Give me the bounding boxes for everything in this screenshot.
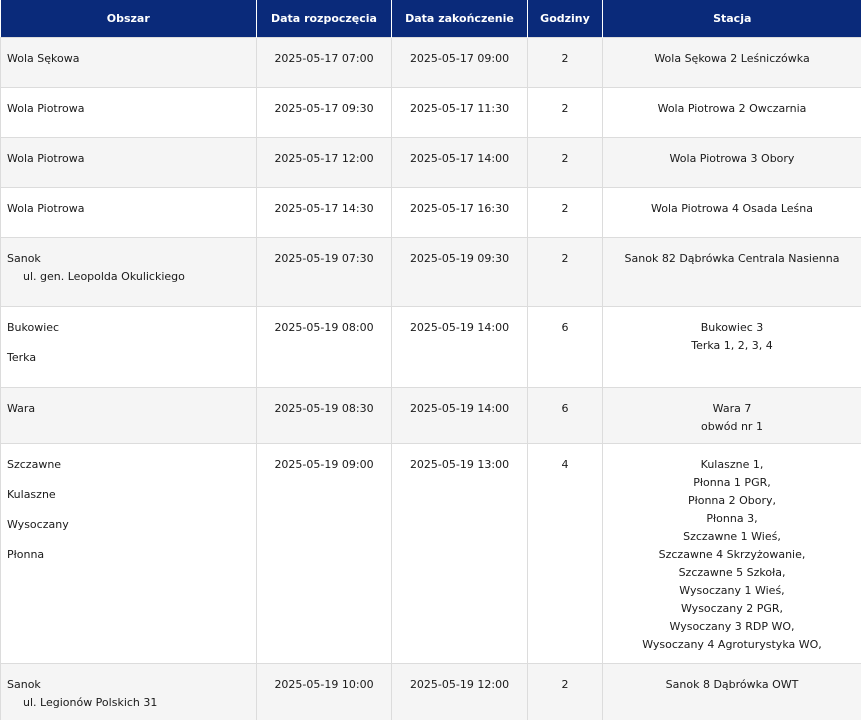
hours-cell: 6 (527, 387, 603, 444)
station-cell: Kulaszne 1, Płonna 1 PGR, Płonna 2 Obory, P… (602, 443, 861, 664)
area-cell: Sanok ul. gen. Leopolda Okulickiego (0, 237, 257, 307)
table-row: Sanok ul. gen. Leopolda Okulickiego 2025-0… (0, 237, 861, 307)
station-name: Wola Piotrowa 2 Owczarnia (657, 102, 807, 115)
end-date-cell: 2025-05-17 14:00 (391, 137, 528, 188)
end-date-cell: 2025-05-19 14:00 (391, 306, 528, 388)
area-name: Wola Sękowa (7, 52, 80, 65)
header-station[interactable]: Stacja (602, 0, 861, 38)
hours-cell: 2 (527, 37, 603, 88)
table-row: Wola Piotrowa 2025-05-17 14:30 2025-05-17 … (0, 187, 861, 238)
end-date-cell: 2025-05-19 09:30 (391, 237, 528, 307)
station-cell: Wola Piotrowa 3 Obory (602, 137, 861, 188)
area-cell: Wara (0, 387, 257, 444)
area-cell: Szczawne Kulaszne Wysoczany Płonna (0, 443, 257, 664)
start-date-cell: 2025-05-19 08:00 (256, 306, 392, 388)
station-name: Wysoczany 1 Wieś, (679, 584, 785, 597)
start-date-cell: 2025-05-17 12:00 (256, 137, 392, 188)
table-row: Wara 2025-05-19 08:30 2025-05-19 14:00 6 War… (0, 387, 861, 444)
header-row: Obszar Data rozpoczęcia Data zakończenie… (0, 0, 861, 38)
area-cell: Sanok ul. Legionów Polskich 31 (0, 663, 257, 720)
header-end-date[interactable]: Data zakończenie (391, 0, 528, 38)
end-date-cell: 2025-05-17 16:30 (391, 187, 528, 238)
start-date-cell: 2025-05-19 10:00 (256, 663, 392, 720)
station-name: Terka 1, 2, 3, 4 (691, 339, 773, 352)
start-date-cell: 2025-05-19 07:30 (256, 237, 392, 307)
area-name: Wola Piotrowa (7, 202, 85, 215)
area-name: Bukowiec (7, 321, 60, 334)
station-name: Wysoczany 3 RDP WO, (669, 620, 795, 633)
station-name: Szczawne 1 Wieś, (683, 530, 781, 543)
end-date-cell: 2025-05-19 12:00 (391, 663, 528, 720)
station-cell: Bukowiec 3 Terka 1, 2, 3, 4 (602, 306, 861, 388)
header-start-date[interactable]: Data rozpoczęcia (256, 0, 392, 38)
end-date-cell: 2025-05-19 14:00 (391, 387, 528, 444)
area-name: Sanok (7, 252, 41, 265)
area-cell: Wola Piotrowa (0, 137, 257, 188)
area-name: Wola Piotrowa (7, 102, 85, 115)
header-area[interactable]: Obszar (0, 0, 257, 38)
area-name: Terka (7, 351, 37, 364)
hours-cell: 2 (527, 137, 603, 188)
station-name: Sanok 8 Dąbrówka OWT (665, 678, 799, 691)
area-name: Wola Piotrowa (7, 152, 85, 165)
station-name: Szczawne 4 Skrzyżowanie, (658, 548, 806, 561)
station-cell: Wara 7 obwód nr 1 (602, 387, 861, 444)
hours-cell: 2 (527, 663, 603, 720)
hours-cell: 6 (527, 306, 603, 388)
area-name: Szczawne (7, 458, 62, 471)
start-date-cell: 2025-05-17 09:30 (256, 87, 392, 138)
table-row: Szczawne Kulaszne Wysoczany Płonna 2025-05-1… (0, 443, 861, 664)
station-name: obwód nr 1 (701, 420, 763, 433)
start-date-cell: 2025-05-17 07:00 (256, 37, 392, 88)
table-header: Obszar Data rozpoczęcia Data zakończenie… (0, 0, 861, 38)
end-date-cell: 2025-05-19 13:00 (391, 443, 528, 664)
area-cell: Wola Piotrowa (0, 187, 257, 238)
station-name: Płonna 1 PGR, (693, 476, 771, 489)
station-name: Wola Piotrowa 3 Obory (669, 152, 795, 165)
station-name: Wysoczany 2 PGR, (681, 602, 783, 615)
table-row: Sanok ul. Legionów Polskich 31 2025-05-19 … (0, 663, 861, 720)
hours-cell: 2 (527, 187, 603, 238)
start-date-cell: 2025-05-19 08:30 (256, 387, 392, 444)
area-cell: Wola Piotrowa (0, 87, 257, 138)
station-name: Płonna 3, (706, 512, 758, 525)
hours-cell: 2 (527, 87, 603, 138)
area-name: Sanok (7, 678, 41, 691)
area-name: Kulaszne (7, 488, 56, 501)
station-cell: Sanok 8 Dąbrówka OWT (602, 663, 861, 720)
station-name: Płonna 2 Obory, (687, 494, 777, 507)
station-name: Wola Sękowa 2 Leśniczówka (654, 52, 810, 65)
end-date-cell: 2025-05-17 11:30 (391, 87, 528, 138)
area-name: Płonna (7, 548, 45, 561)
header-hours[interactable]: Godziny (527, 0, 603, 38)
hours-cell: 4 (527, 443, 603, 664)
station-cell: Wola Piotrowa 4 Osada Leśna (602, 187, 861, 238)
station-name: Wola Piotrowa 4 Osada Leśna (651, 202, 813, 215)
station-name: Wysoczany 4 Agroturystyka WO, (642, 638, 822, 651)
area-street: ul. Legionów Polskich 31 (23, 696, 158, 709)
station-cell: Sanok 82 Dąbrówka Centrala Nasienna (602, 237, 861, 307)
start-date-cell: 2025-05-19 09:00 (256, 443, 392, 664)
table-row: Wola Piotrowa 2025-05-17 09:30 2025-05-17 … (0, 87, 861, 138)
station-name: Sanok 82 Dąbrówka Centrala Nasienna (624, 252, 840, 265)
station-name: Szczawne 5 Szkoła, (678, 566, 786, 579)
area-cell: Wola Sękowa (0, 37, 257, 88)
hours-cell: 2 (527, 237, 603, 307)
station-cell: Wola Piotrowa 2 Owczarnia (602, 87, 861, 138)
start-date-cell: 2025-05-17 14:30 (256, 187, 392, 238)
area-cell: Bukowiec Terka (0, 306, 257, 388)
station-name: Kulaszne 1, (700, 458, 764, 471)
outage-table: Obszar Data rozpoczęcia Data zakończenie… (0, 0, 861, 720)
station-name: Bukowiec 3 (700, 321, 764, 334)
table-body: Wola Sękowa 2025-05-17 07:00 2025-05-17 09… (0, 37, 861, 720)
table-row: Bukowiec Terka 2025-05-19 08:00 2025-05-19 … (0, 306, 861, 388)
table-row: Wola Sękowa 2025-05-17 07:00 2025-05-17 09… (0, 37, 861, 88)
end-date-cell: 2025-05-17 09:00 (391, 37, 528, 88)
table-row: Wola Piotrowa 2025-05-17 12:00 2025-05-17 … (0, 137, 861, 188)
area-name: Wysoczany (7, 518, 69, 531)
station-name: Wara 7 (712, 402, 752, 415)
area-street: ul. gen. Leopolda Okulickiego (23, 270, 185, 283)
station-cell: Wola Sękowa 2 Leśniczówka (602, 37, 861, 88)
area-name: Wara (7, 402, 36, 415)
